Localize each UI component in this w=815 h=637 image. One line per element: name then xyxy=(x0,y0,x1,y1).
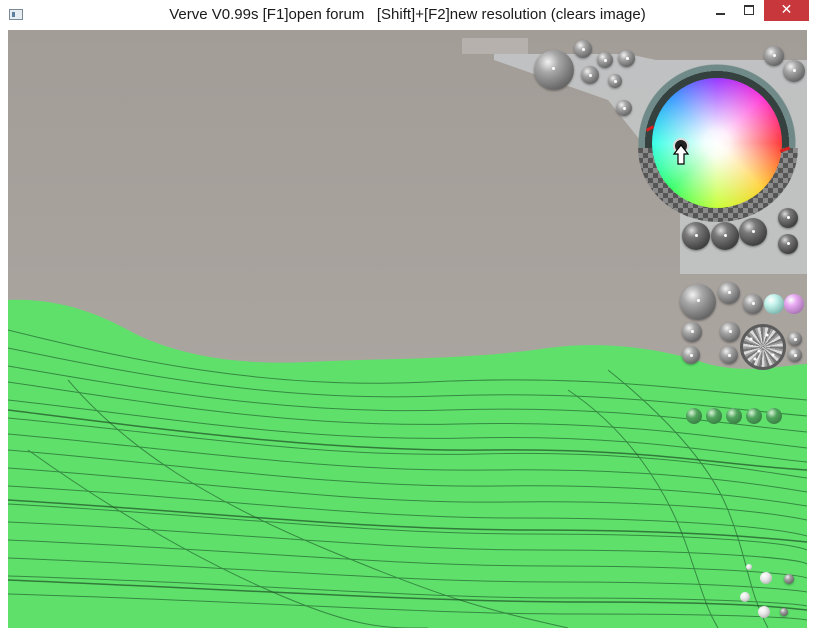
preset-dot-2[interactable] xyxy=(760,572,772,584)
brush-option-c[interactable] xyxy=(682,322,702,342)
green-preset-3[interactable] xyxy=(726,408,742,424)
pink-color-button[interactable] xyxy=(784,294,804,314)
close-button[interactable]: ✕ xyxy=(764,0,809,21)
close-icon: ✕ xyxy=(780,2,793,18)
brush-option-d[interactable] xyxy=(720,322,740,342)
brush-option-a[interactable] xyxy=(718,282,740,304)
title-bar[interactable]: Verve V0.99s [F1]open forum [Shift]+[F2]… xyxy=(0,0,815,30)
maximize-icon xyxy=(744,5,754,15)
green-preset-2[interactable] xyxy=(706,408,722,424)
brush-option-f[interactable] xyxy=(720,346,738,364)
panel-tab xyxy=(462,38,528,54)
swatch-button-4[interactable] xyxy=(778,208,798,228)
maximize-button[interactable] xyxy=(735,0,763,21)
brush-size-button[interactable] xyxy=(581,66,599,84)
minimize-button[interactable] xyxy=(706,0,734,21)
window-title: Verve V0.99s [F1]open forum [Shift]+[F2]… xyxy=(169,6,646,23)
brush-option-h[interactable] xyxy=(788,348,802,362)
brush-option-g[interactable] xyxy=(788,332,802,346)
teal-color-button[interactable] xyxy=(764,294,784,314)
tool-button-e[interactable] xyxy=(764,46,784,66)
large-brush-button[interactable] xyxy=(534,50,574,90)
small-brush-button[interactable] xyxy=(574,40,592,58)
tool-button-a[interactable] xyxy=(597,52,613,68)
preset-dot-5[interactable] xyxy=(758,606,770,618)
preset-dot-4[interactable] xyxy=(740,592,750,602)
green-preset-5[interactable] xyxy=(766,408,782,424)
color-wheel-lightness xyxy=(652,78,782,208)
minimize-icon xyxy=(715,13,725,15)
swatch-button-2[interactable] xyxy=(711,222,739,250)
pointer-cursor xyxy=(672,144,690,165)
swatch-button-5[interactable] xyxy=(778,234,798,254)
green-preset-4[interactable] xyxy=(746,408,762,424)
swatch-button-1[interactable] xyxy=(682,222,710,250)
tool-button-f[interactable] xyxy=(783,60,805,82)
preset-dot-6[interactable] xyxy=(780,608,788,616)
preset-dot-3[interactable] xyxy=(784,574,794,584)
brush-option-b[interactable] xyxy=(743,294,763,314)
brush-option-e[interactable] xyxy=(682,346,700,364)
texture-noise-button[interactable] xyxy=(740,324,786,370)
swatch-button-3[interactable] xyxy=(739,218,767,246)
tool-button-d[interactable] xyxy=(616,100,632,116)
paint-canvas[interactable] xyxy=(8,30,807,628)
tool-button-b[interactable] xyxy=(618,50,635,67)
preset-dot-1[interactable] xyxy=(746,564,752,570)
app-window: Verve V0.99s [F1]open forum [Shift]+[F2]… xyxy=(0,0,815,637)
tool-button-c[interactable] xyxy=(608,74,622,88)
brush-preview-button[interactable] xyxy=(680,284,716,320)
green-preset-1[interactable] xyxy=(686,408,702,424)
